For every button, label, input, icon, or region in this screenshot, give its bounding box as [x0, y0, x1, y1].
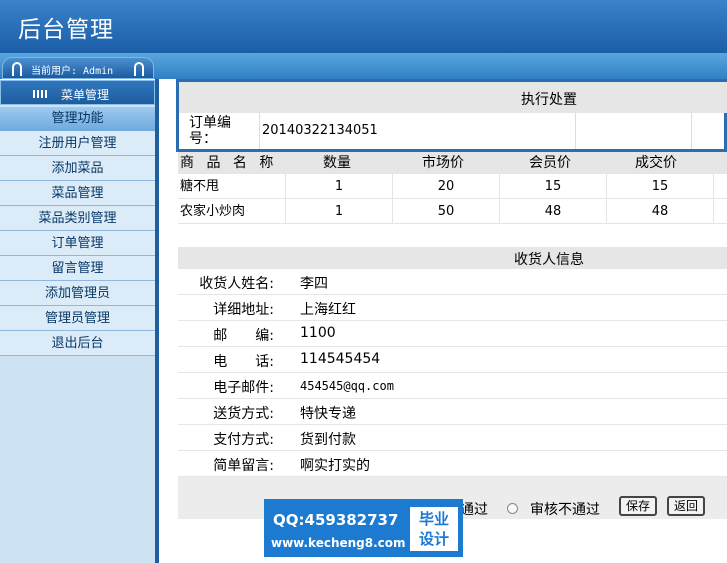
- address-label: 详细地址:: [213, 302, 274, 318]
- col-header-qty: 数量: [323, 155, 351, 171]
- message-value: 啊实打实的: [300, 458, 370, 474]
- sidebar-item-orders[interactable]: 订单管理: [0, 231, 155, 256]
- cell-market-price: 50: [392, 199, 499, 223]
- cell-name: 农家小炒肉: [180, 204, 246, 219]
- hook-icon: [12, 62, 22, 76]
- divider: [259, 113, 260, 149]
- order-number-row: 订单编号： 20140322134051: [179, 113, 727, 149]
- hook-icon: [134, 62, 144, 76]
- cell-deal-price: 15: [606, 174, 713, 198]
- cell-qty: 1: [285, 174, 392, 198]
- receiver-row: 邮 编: 1100: [178, 321, 727, 347]
- col-header-member-price: 会员价: [529, 155, 571, 171]
- sidebar-item-dish-management[interactable]: 菜品管理: [0, 181, 155, 206]
- cell-deal-price: 48: [606, 199, 713, 223]
- goods-table: 商 品 名 称 数量 市场价 会员价 成交价 糖不甩 1 20 15 15 农家…: [178, 152, 727, 224]
- reject-label: 审核不通过: [530, 502, 600, 518]
- order-number-label: 订单编号：: [189, 115, 231, 147]
- sidebar-item-register-users[interactable]: 注册用户管理: [0, 131, 155, 156]
- shipping-value: 特快专递: [300, 406, 356, 422]
- sidebar-section-title: 管理功能: [0, 107, 155, 131]
- cell-member-price: 48: [499, 199, 606, 223]
- table-row: 糖不甩 1 20 15 15: [178, 174, 727, 199]
- order-panel-title: 执行处置: [521, 92, 577, 108]
- cell-qty: 1: [285, 199, 392, 223]
- reject-radio[interactable]: [507, 503, 518, 514]
- order-panel-header: 执行处置: [179, 82, 727, 113]
- payment-value: 货到付款: [300, 432, 356, 448]
- table-row: 农家小炒肉 1 50 48 48: [178, 199, 727, 224]
- receiver-row: 收货人姓名: 李四: [178, 269, 727, 295]
- receiver-header: 收货人信息: [178, 247, 727, 269]
- goods-table-header: 商 品 名 称 数量 市场价 会员价 成交价: [178, 152, 727, 174]
- col-header-deal-price: 成交价: [635, 155, 677, 171]
- email-label: 电子邮件:: [213, 380, 274, 396]
- save-button[interactable]: 保存: [619, 496, 658, 516]
- cell-name: 糖不甩: [180, 179, 220, 194]
- approve-label: 通过: [460, 502, 488, 518]
- address-value: 上海红红: [300, 302, 356, 318]
- receiver-row: 简单留言: 啊实打实的: [178, 451, 727, 477]
- current-user-panel: 当前用户: Admin: [2, 57, 154, 79]
- col-header-market-price: 市场价: [422, 155, 464, 171]
- back-button[interactable]: 返回: [667, 496, 706, 516]
- receiver-row: 电 话: 114545454: [178, 347, 727, 373]
- receiver-title: 收货人信息: [514, 252, 584, 268]
- order-number-value: 20140322134051: [262, 123, 378, 138]
- message-label: 简单留言:: [213, 458, 274, 474]
- receiver-name-value: 李四: [300, 276, 328, 292]
- receiver-info: 收货人姓名: 李四 详细地址: 上海红红 邮 编: 1100 电 话: 1145…: [178, 269, 727, 477]
- sidebar-item-dish-category[interactable]: 菜品类别管理: [0, 206, 155, 231]
- watermark-tag: 毕业 设计: [410, 507, 458, 551]
- payment-label: 支付方式:: [213, 432, 274, 448]
- receiver-row: 支付方式: 货到付款: [178, 425, 727, 451]
- sidebar-item-messages[interactable]: 留言管理: [0, 256, 155, 281]
- watermark-tag-line1: 毕业: [418, 510, 449, 528]
- sidebar-item-add-dish[interactable]: 添加菜品: [0, 156, 155, 181]
- cell-market-price: 20: [392, 174, 499, 198]
- postcode-value: 1100: [300, 325, 336, 341]
- sidebar-item-logout[interactable]: 退出后台: [0, 331, 155, 356]
- watermark-url: www.kecheng8.com: [271, 536, 406, 550]
- postcode-label: 邮 编:: [213, 328, 274, 344]
- watermark-qq: QQ:459382737: [273, 511, 399, 529]
- email-value: 454545@qq.com: [300, 379, 394, 393]
- receiver-row: 电子邮件: 454545@qq.com: [178, 373, 727, 399]
- receiver-name-label: 收货人姓名:: [199, 276, 274, 292]
- phone-value: 114545454: [300, 351, 381, 367]
- grid-icon: [33, 90, 47, 98]
- cell-member-price: 15: [499, 174, 606, 198]
- order-panel: 执行处置 订单编号： 20140322134051: [176, 79, 727, 152]
- watermark-badge: QQ:459382737 www.kecheng8.com 毕业 设计: [264, 499, 463, 557]
- divider: [575, 113, 576, 149]
- sidebar-menu: 注册用户管理 添加菜品 菜品管理 菜品类别管理 订单管理 留言管理 添加管理员 …: [0, 131, 155, 356]
- top-header: 后台管理: [0, 0, 727, 53]
- watermark-tag-line2: 设计: [418, 530, 449, 548]
- cell-empty: [713, 174, 727, 198]
- menu-management-header[interactable]: 菜单管理: [0, 80, 155, 105]
- receiver-row: 送货方式: 特快专递: [178, 399, 727, 425]
- sidebar-item-add-admin[interactable]: 添加管理员: [0, 281, 155, 306]
- phone-label: 电 话:: [213, 354, 274, 370]
- cell-empty: [713, 199, 727, 223]
- app-title: 后台管理: [18, 17, 114, 43]
- shipping-label: 送货方式:: [213, 406, 274, 422]
- col-header-name: 商 品 名 称: [180, 155, 278, 171]
- sidebar-item-admin-management[interactable]: 管理员管理: [0, 306, 155, 331]
- receiver-row: 详细地址: 上海红红: [178, 295, 727, 321]
- divider: [691, 113, 692, 149]
- menu-management-label: 菜单管理: [61, 88, 110, 102]
- current-user-label: 当前用户: Admin: [31, 66, 114, 77]
